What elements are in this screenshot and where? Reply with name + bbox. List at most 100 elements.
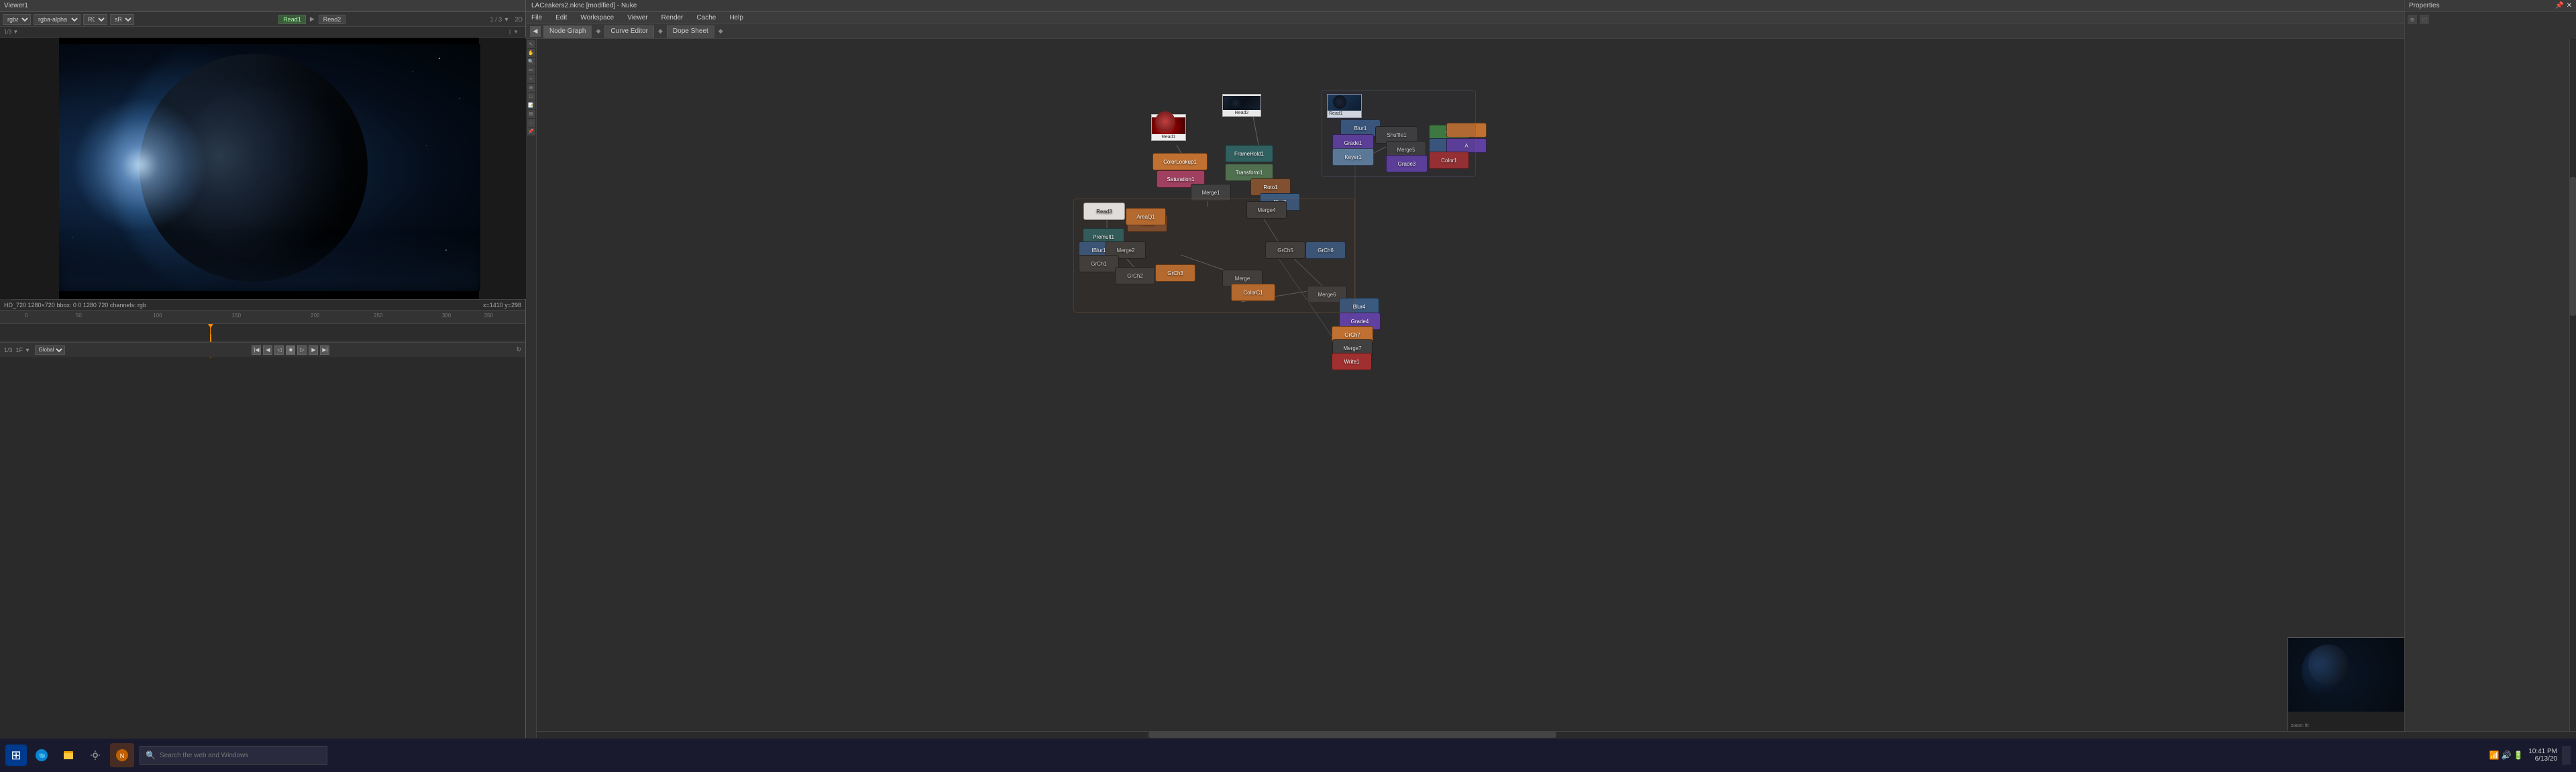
gtool-pin[interactable]: 📌 (527, 127, 535, 135)
properties-close[interactable]: ✕ (2567, 2, 2572, 9)
timeline-ruler: 0 50 100 150 200 250 300 350 (0, 311, 525, 324)
node-color-right[interactable]: Color1 (1429, 152, 1469, 169)
tick-100: 100 (153, 313, 162, 319)
viewer-canvas (0, 38, 526, 299)
gtool-anim[interactable]: ◌ (527, 119, 535, 127)
node-grp5[interactable]: GrCh5 (1265, 241, 1305, 259)
taskbar-search-container[interactable]: 🔍 (140, 746, 327, 765)
files-icon (62, 749, 75, 762)
start-button[interactable]: ⊞ (5, 745, 27, 766)
mini-preview: zoom: fit (2288, 637, 2408, 731)
tick-150: 150 (232, 313, 241, 319)
btn-play[interactable]: ▷ (297, 345, 307, 355)
sys-volume[interactable]: 🔊 (2502, 751, 2511, 760)
settings-icon (89, 749, 102, 762)
read2-btn[interactable]: Read2 (319, 15, 346, 24)
tab-node-graph[interactable]: Node Graph (543, 25, 592, 38)
node-grp1[interactable]: GrCh1 (1079, 255, 1119, 272)
node-write1[interactable]: Write1 (1332, 353, 1372, 370)
node-grp3[interactable]: GrCh3 (1155, 264, 1195, 282)
sys-network[interactable]: 📶 (2489, 751, 2499, 760)
status-text: HD_720 1280×720 bbox: 0 0 1280 720 chann… (4, 302, 146, 309)
properties-pin[interactable]: 📌 (2555, 2, 2563, 9)
menu-cache[interactable]: Cache (694, 14, 718, 21)
tick-50: 50 (76, 313, 82, 319)
back-btn[interactable]: ◀ (530, 26, 541, 37)
gtool-merge[interactable]: ⊕ (527, 84, 535, 92)
node-merge1[interactable]: Merge1 (1191, 184, 1231, 201)
viewer-image (59, 44, 480, 291)
viewer-subbar: 1/3 ▼ | ▼ (0, 27, 525, 38)
node-dot-orange[interactable] (1446, 123, 1487, 137)
alpha-select[interactable]: rgba-alpha (34, 14, 80, 25)
btn-next-frame[interactable]: ▶ (309, 345, 318, 355)
clock-time: 10:41 PM (2528, 748, 2557, 755)
node-read-right-thumb[interactable]: Read1 (1327, 94, 1362, 118)
taskbar-right: 📶 🔊 🔋 10:41 PM 6/13/20 (2489, 746, 2571, 765)
scroll-h-thumb[interactable] (1148, 732, 1556, 738)
node-read1-thumb[interactable]: Read1 (1151, 114, 1186, 141)
node-grade3-r[interactable]: Grade3 (1386, 155, 1428, 172)
show-desktop-btn[interactable] (2563, 746, 2571, 765)
node-grp2[interactable]: GrCh2 (1115, 267, 1155, 284)
node-colorlookup[interactable]: ColorLookup1 (1152, 153, 1208, 170)
node-graph-area[interactable]: Read2 Read1 FrameHold1 ColorLookup1 Satu… (537, 39, 2415, 738)
menu-edit[interactable]: Edit (553, 14, 570, 21)
read1-btn[interactable]: Read1 (278, 15, 306, 24)
btn-goto-end[interactable]: ▶| (320, 345, 329, 355)
properties-header: Properties 📌 ✕ (2405, 0, 2576, 12)
tick-350: 350 (484, 313, 493, 319)
node-merge4[interactable]: Merge4 (1246, 201, 1287, 219)
btn-stop[interactable]: ■ (286, 345, 295, 355)
start-icon: ⊞ (11, 749, 21, 763)
gtool-snap[interactable]: ⊞ (527, 110, 535, 118)
search-icon: 🔍 (146, 751, 156, 760)
node-read2-thumb[interactable]: Read2 (1222, 94, 1261, 117)
node-colorc[interactable]: ColorC1 (1231, 284, 1275, 301)
prop-btn2[interactable]: □ (2420, 15, 2429, 24)
btn-play-rev[interactable]: ◁ (274, 345, 284, 355)
node-scroll-v[interactable] (2569, 39, 2576, 731)
viewer-toolbar: rgbargbalpha rgba-alpha RGB sRGB Read1 ▶… (0, 12, 525, 27)
taskbar-app-edge[interactable] (30, 743, 54, 767)
node-grp6[interactable]: GrCh6 (1305, 241, 1346, 259)
gtool-zoom[interactable]: 🔍 (527, 58, 535, 66)
tab-curve-editor[interactable]: Curve Editor (604, 25, 654, 38)
gtool-hand[interactable]: ✋ (527, 49, 535, 57)
menu-viewer[interactable]: Viewer (625, 14, 650, 21)
btn-prev-frame[interactable]: ◀ (263, 345, 272, 355)
tick-200: 200 (311, 313, 319, 319)
nuke-icon: N (115, 748, 129, 763)
menu-workspace[interactable]: Workspace (578, 14, 616, 21)
node-framehold1[interactable]: FrameHold1 (1225, 145, 1273, 162)
btn-goto-start[interactable]: |◀ (252, 345, 261, 355)
read-right-label: Read1 (1328, 111, 1361, 117)
menu-help[interactable]: Help (727, 14, 746, 21)
gtool-cut[interactable]: ✂ (527, 66, 535, 74)
taskbar-search-input[interactable] (160, 752, 294, 759)
node-keyer1[interactable]: Keyer1 (1332, 148, 1374, 166)
scroll-v-thumb[interactable] (2570, 177, 2576, 315)
zoom-label: 2D (515, 16, 523, 23)
clock-area[interactable]: 10:41 PM 6/13/20 (2528, 748, 2557, 763)
gtool-note[interactable]: 📝 (527, 101, 535, 109)
taskbar-app-settings[interactable] (83, 743, 107, 767)
taskbar-app-files[interactable] (56, 743, 80, 767)
node-read3[interactable]: Read3 (1083, 203, 1125, 220)
menu-render[interactable]: Render (659, 14, 686, 21)
prop-btn1[interactable]: ⊕ (2408, 15, 2417, 24)
menu-file[interactable]: File (529, 14, 545, 21)
node-areaQ[interactable]: AreaQ1 (1126, 208, 1166, 225)
taskbar-app-nuke[interactable]: N (110, 743, 134, 767)
node-scroll-h[interactable] (537, 731, 2576, 738)
gtool-select[interactable]: ↖ (527, 40, 535, 48)
loop-btn[interactable]: ↻ (516, 346, 521, 353)
channels-select[interactable]: rgbargbalpha (3, 14, 31, 25)
gtool-dot[interactable]: • (527, 75, 535, 83)
gtool-backdrop[interactable]: □ (527, 93, 535, 101)
tab-dope-sheet[interactable]: Dope Sheet (667, 25, 714, 38)
colorspace-select[interactable]: sRGB (110, 14, 134, 25)
global-select[interactable]: Global (35, 345, 65, 355)
bit-depth-select[interactable]: RGB (83, 14, 107, 25)
node-dot-purple[interactable]: A (1446, 138, 1487, 153)
